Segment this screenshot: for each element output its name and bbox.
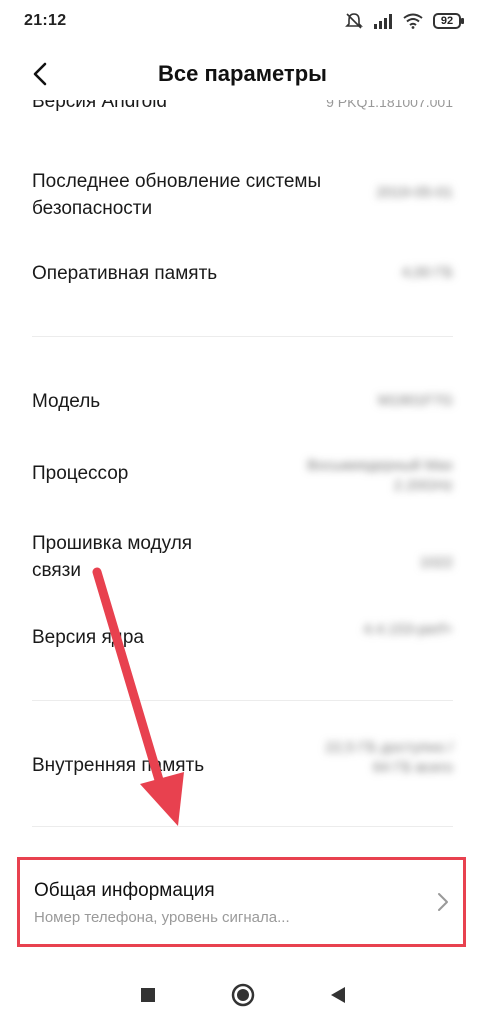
row-model[interactable]: Модель M1901F7G: [32, 388, 453, 415]
signal-icon: [374, 14, 392, 29]
row-label: Последнее обновление системы безопасност…: [32, 171, 322, 219]
divider: [32, 700, 453, 701]
page-title: Все параметры: [158, 61, 327, 86]
triangle-back-icon: [330, 987, 345, 1003]
header: Все параметры: [0, 48, 485, 102]
row-ram[interactable]: Оперативная память 4,00 ГБ: [32, 260, 453, 287]
general-info-title: Общая информация: [34, 880, 215, 901]
recents-button[interactable]: [128, 975, 168, 1015]
square-icon: [140, 988, 155, 1002]
row-value: Восьмиядерный Max 2.20GHz: [307, 457, 453, 494]
wifi-icon: [403, 13, 423, 29]
row-value: 2019-05-01: [376, 184, 453, 201]
row-value: 4.4.153-perf+: [363, 621, 453, 638]
row-label: Прошивка модуля связи: [32, 533, 193, 581]
status-time: 21:12: [24, 12, 67, 29]
status-bar: 21:12 92: [0, 0, 485, 42]
home-button[interactable]: [223, 975, 263, 1015]
row-internal-storage[interactable]: Внутренняя память 22,5 ГБ доступно / 64 …: [32, 739, 453, 779]
circle-icon: [231, 983, 254, 1007]
settings-list: Версия Android 9 PKQ1.181007.001 Последн…: [0, 100, 485, 960]
row-value: 1022: [419, 554, 453, 571]
chevron-right-icon: [438, 893, 448, 911]
row-label: Оперативная память: [32, 263, 218, 284]
back-nav-button[interactable]: [318, 975, 358, 1015]
row-android-version[interactable]: Версия Android 9 PKQ1.181007.001: [32, 100, 453, 115]
row-kernel-version[interactable]: Версия ядра 4.4.153-perf+: [32, 621, 453, 651]
battery-icon: 92: [433, 13, 464, 29]
row-value: 9 PKQ1.181007.001: [326, 100, 453, 110]
row-processor[interactable]: Процессор Восьмиядерный Max 2.20GHz: [32, 457, 453, 494]
general-info-item[interactable]: Общая информация Номер телефона, уровень…: [17, 857, 466, 947]
row-value: 22,5 ГБ доступно / 64 ГБ всего: [325, 739, 453, 776]
status-icons: 92: [345, 12, 464, 30]
navigation-bar: [0, 966, 485, 1024]
row-security-update[interactable]: Последнее обновление системы безопасност…: [32, 168, 453, 222]
divider: [32, 336, 453, 337]
row-modem-firmware[interactable]: Прошивка модуля связи 1022: [32, 530, 453, 584]
silent-alarm-icon: [345, 13, 363, 29]
row-value: 4,00 ГБ: [401, 264, 453, 281]
row-value: M1901F7G: [377, 392, 453, 409]
divider: [32, 826, 453, 827]
general-info-subtitle: Номер телефона, уровень сигнала...: [34, 909, 290, 926]
